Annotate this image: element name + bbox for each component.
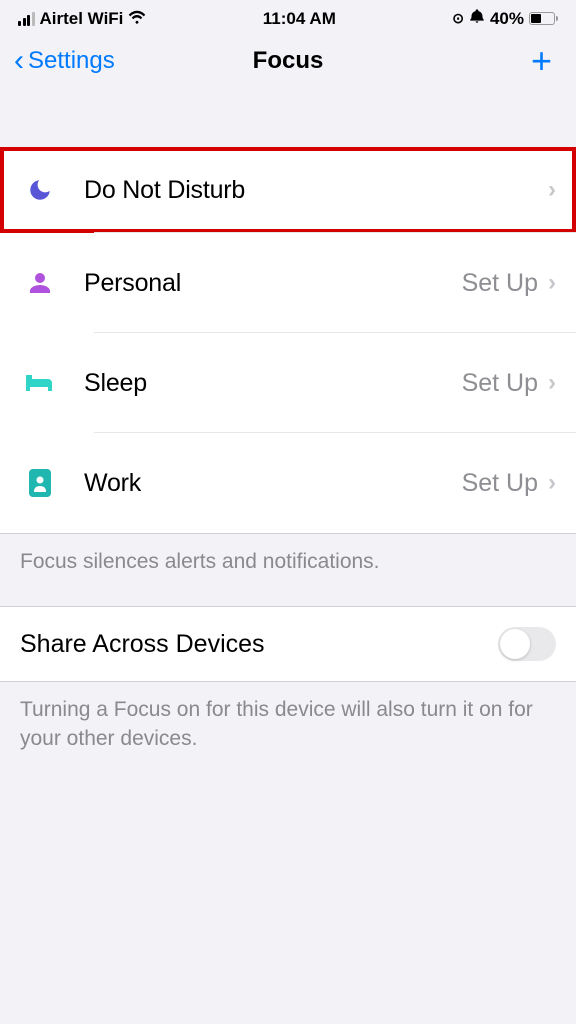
chevron-right-icon: › (548, 176, 556, 204)
status-bar: Airtel WiFi 11:04 AM ⊙ 40% (0, 0, 576, 33)
battery-icon (529, 12, 558, 25)
back-button[interactable]: ‹ Settings (14, 46, 115, 76)
row-personal[interactable]: Personal Set Up › (0, 233, 576, 333)
share-label: Share Across Devices (20, 630, 265, 659)
person-icon (24, 271, 56, 295)
add-button[interactable]: + (531, 43, 562, 79)
chevron-right-icon: › (548, 369, 556, 397)
footer-share-description: Turning a Focus on for this device will … (0, 682, 576, 783)
status-right: ⊙ 40% (452, 8, 558, 29)
focus-mode-list: Do Not Disturb › Personal Set Up › Sleep… (0, 147, 576, 533)
alarm-icon (469, 8, 485, 29)
spacer (0, 97, 576, 147)
status-time: 11:04 AM (263, 9, 336, 29)
row-label: Sleep (84, 369, 462, 398)
toggle-knob (500, 629, 530, 659)
row-label: Do Not Disturb (84, 176, 548, 205)
row-work[interactable]: Work Set Up › (0, 433, 576, 533)
carrier-label: Airtel WiFi (40, 9, 124, 29)
row-label: Work (84, 469, 462, 498)
back-label: Settings (28, 47, 115, 75)
nav-bar: ‹ Settings Focus + (0, 33, 576, 97)
moon-icon (24, 177, 56, 203)
bed-icon (24, 373, 56, 393)
badge-icon (24, 469, 56, 497)
signal-icon (18, 12, 35, 26)
row-trail: Set Up (462, 269, 538, 298)
chevron-left-icon: ‹ (14, 46, 24, 76)
row-label: Personal (84, 269, 462, 298)
chevron-right-icon: › (548, 469, 556, 497)
row-do-not-disturb[interactable]: Do Not Disturb › (0, 147, 576, 233)
orientation-lock-icon: ⊙ (452, 10, 464, 27)
row-share-across-devices[interactable]: Share Across Devices (0, 606, 576, 682)
page-title: Focus (253, 47, 324, 75)
chevron-right-icon: › (548, 269, 556, 297)
wifi-icon (128, 9, 146, 29)
row-trail: Set Up (462, 469, 538, 498)
row-trail: Set Up (462, 369, 538, 398)
share-toggle[interactable] (498, 627, 556, 661)
footer-focus-description: Focus silences alerts and notifications. (0, 533, 576, 606)
battery-percent: 40% (490, 9, 524, 29)
row-sleep[interactable]: Sleep Set Up › (0, 333, 576, 433)
status-left: Airtel WiFi (18, 9, 146, 29)
